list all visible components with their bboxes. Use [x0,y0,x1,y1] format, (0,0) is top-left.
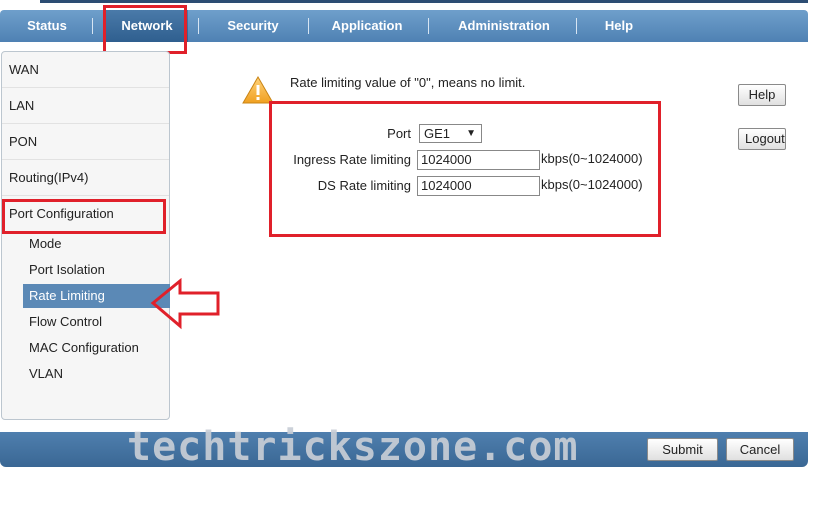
sidebar-item-lan[interactable]: LAN [2,88,169,124]
ingress-unit: kbps(0~1024000) [541,151,643,166]
nav-separator [428,18,429,34]
sidebar-sub-mac-configuration[interactable]: MAC Configuration [23,336,170,360]
port-select-value: GE1 [424,126,451,141]
sidebar-sub-mode[interactable]: Mode [23,232,170,256]
network-highlight-box [103,5,187,54]
cancel-button[interactable]: Cancel [726,438,794,461]
nav-help[interactable]: Help [590,10,648,42]
sidebar-item-wan[interactable]: WAN [2,52,169,88]
logout-button[interactable]: Logout [738,128,786,150]
nav-application[interactable]: Application [322,10,412,42]
dropdown-caret-icon: ▼ [466,128,476,139]
nav-separator [576,18,577,34]
ds-rate-input[interactable]: 1024000 [417,176,540,196]
watermark-text: techtrickszone.com [127,424,579,470]
nav-separator [198,18,199,34]
port-select[interactable]: GE1 ▼ [419,124,482,143]
sidebar-item-pon[interactable]: PON [2,124,169,160]
ingress-rate-input[interactable]: 1024000 [417,150,540,170]
warning-icon [242,76,274,104]
nav-separator [92,18,93,34]
ingress-label: Ingress Rate limiting [293,152,411,167]
sidebar-sub-rate-limiting[interactable]: Rate Limiting [23,284,170,308]
nav-security[interactable]: Security [212,10,294,42]
sidebar: WAN LAN PON Routing(IPv4) Port Configura… [1,51,170,420]
nav-administration[interactable]: Administration [446,10,562,42]
port-label: Port [387,126,411,141]
sidebar-sub-port-isolation[interactable]: Port Isolation [23,258,170,282]
pointer-arrow-icon [150,278,220,330]
ds-unit: kbps(0~1024000) [541,177,643,192]
sidebar-sub-flow-control[interactable]: Flow Control [23,310,170,334]
submit-button[interactable]: Submit [647,438,718,461]
sidebar-item-routing[interactable]: Routing(IPv4) [2,160,169,196]
top-strip-dark [40,0,808,3]
rate-limit-notice: Rate limiting value of "0", means no lim… [290,75,526,90]
sidebar-sub-vlan[interactable]: VLAN [23,362,170,386]
help-button[interactable]: Help [738,84,786,106]
ds-label: DS Rate limiting [317,178,411,193]
nav-status[interactable]: Status [12,10,82,42]
port-configuration-highlight-box [2,199,166,234]
nav-separator [308,18,309,34]
